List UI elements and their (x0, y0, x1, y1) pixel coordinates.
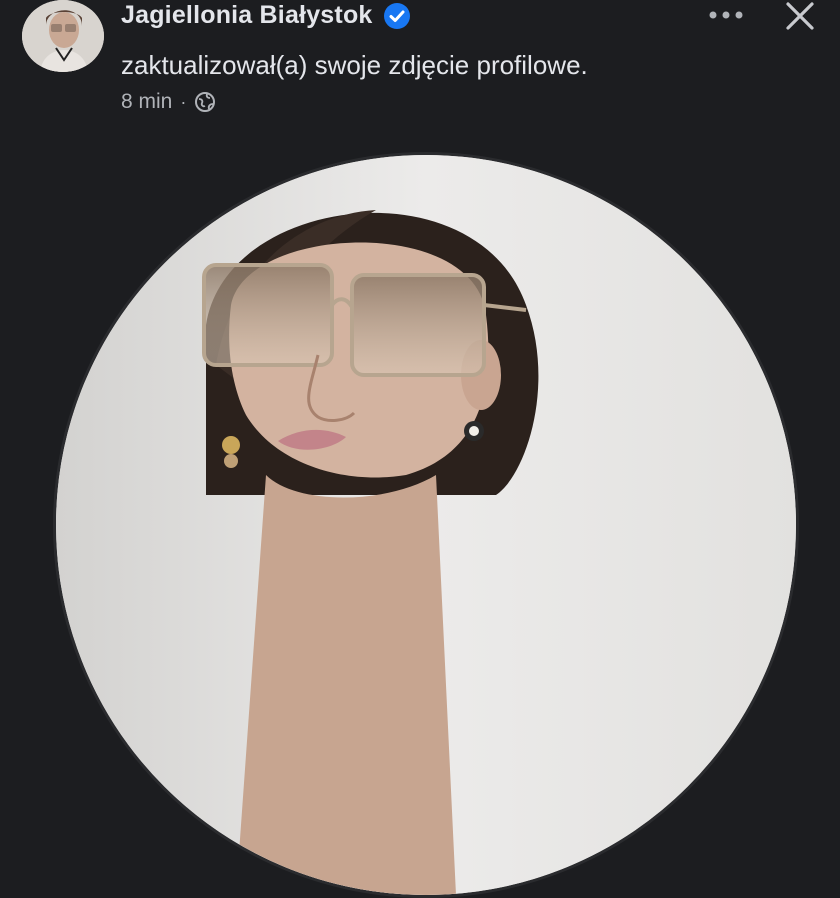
post-action-text: zaktualizował(a) swoje zdjęcie profilowe… (121, 50, 588, 80)
globe-icon[interactable] (194, 91, 216, 113)
profile-photo[interactable] (53, 152, 799, 898)
post-header: Jagiellonia Białystok zaktualizował(a) s… (0, 0, 840, 130)
author-line: Jagiellonia Białystok (121, 1, 411, 30)
more-options-icon (708, 7, 744, 25)
close-icon (785, 1, 815, 36)
more-options-button[interactable] (703, 0, 749, 32)
author-avatar[interactable] (22, 0, 104, 72)
author-name[interactable]: Jagiellonia Białystok (121, 1, 373, 30)
post-timestamp[interactable]: 8 min (121, 90, 172, 114)
verified-badge-icon (383, 2, 411, 30)
post-meta: 8 min · (121, 90, 216, 114)
meta-separator: · (180, 91, 187, 112)
close-button[interactable] (780, 0, 820, 36)
